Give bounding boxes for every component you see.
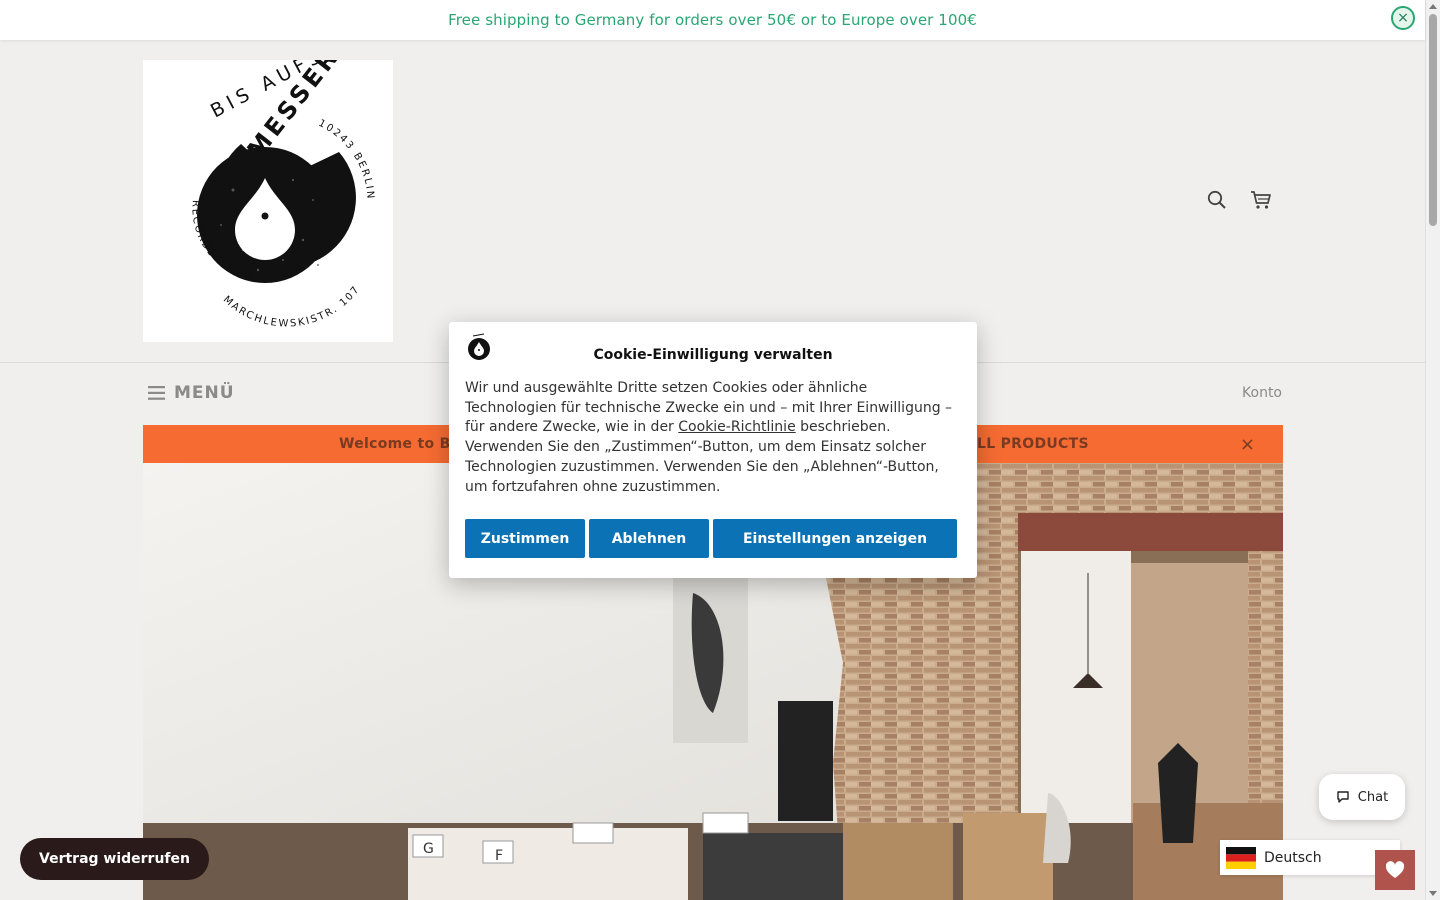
menu-label: MENÜ	[174, 383, 235, 403]
chat-button[interactable]: Chat	[1319, 774, 1405, 820]
close-promo-button[interactable]: ×	[1240, 434, 1255, 455]
scroll-up-arrow[interactable]	[1429, 4, 1437, 9]
hamburger-icon	[148, 386, 165, 400]
crate-label-f: F	[495, 848, 503, 864]
wishlist-button[interactable]	[1375, 850, 1415, 890]
search-icon	[1207, 190, 1226, 209]
cart-button[interactable]	[1249, 188, 1273, 212]
revoke-contract-button[interactable]: Vertrag widerrufen	[20, 838, 209, 880]
cookie-policy-link[interactable]: Cookie-Richtlinie	[678, 419, 795, 435]
page-scrollbar[interactable]	[1425, 0, 1440, 900]
account-link[interactable]: Konto	[1242, 385, 1282, 401]
record-logo-icon	[468, 333, 490, 360]
cart-icon	[1251, 191, 1271, 209]
chat-label: Chat	[1357, 789, 1389, 805]
promo-text-right: LL PRODUCTS	[977, 436, 1089, 452]
language-label: Deutsch	[1264, 849, 1322, 866]
bis-aufs-messer-logo: BIS AUFS MESSER RECORDSTORE & MAILORDER …	[138, 42, 374, 330]
chat-bubble-icon	[1337, 791, 1349, 803]
promo-text-left: Welcome to Bi	[339, 436, 456, 452]
store-logo[interactable]: BIS AUFS MESSER RECORDSTORE & MAILORDER …	[138, 42, 393, 342]
shipping-announcement-text: Free shipping to Germany for orders over…	[448, 11, 977, 29]
logo-bottom-ring-text: MARCHLEWSKISTR. 107	[221, 283, 361, 329]
site-menu-button[interactable]: MENÜ	[148, 383, 235, 403]
cookie-dialog-logo	[466, 332, 492, 366]
cookie-settings-button[interactable]: Einstellungen anzeigen	[713, 519, 957, 558]
close-shipping-bar-button[interactable]: ×	[1391, 6, 1415, 30]
scrollbar-thumb[interactable]	[1429, 14, 1437, 226]
language-selector[interactable]: Deutsch	[1220, 840, 1400, 875]
reject-cookies-button[interactable]: Ablehnen	[589, 519, 709, 558]
shipping-announcement-bar: Free shipping to Germany for orders over…	[0, 0, 1425, 40]
search-button[interactable]	[1205, 188, 1229, 212]
accept-cookies-button[interactable]: Zustimmen	[465, 519, 585, 558]
cookie-dialog-buttons: Zustimmen Ablehnen Einstellungen anzeige…	[465, 519, 957, 558]
cookie-dialog-body: Wir und ausgewählte Dritte setzen Cookie…	[465, 379, 961, 497]
header-actions	[1205, 188, 1273, 212]
crate-label-g: G	[423, 841, 434, 857]
svg-text:MARCHLEWSKISTR. 107: MARCHLEWSKISTR. 107	[221, 283, 363, 329]
german-flag-icon	[1226, 846, 1256, 869]
scroll-down-arrow[interactable]	[1429, 891, 1437, 896]
close-icon: ×	[1397, 10, 1409, 26]
heart-icon	[1385, 861, 1405, 878]
cookie-consent-dialog: Cookie-Einwilligung verwalten Wir und au…	[449, 322, 977, 578]
cookie-dialog-title: Cookie-Einwilligung verwalten	[593, 347, 833, 363]
